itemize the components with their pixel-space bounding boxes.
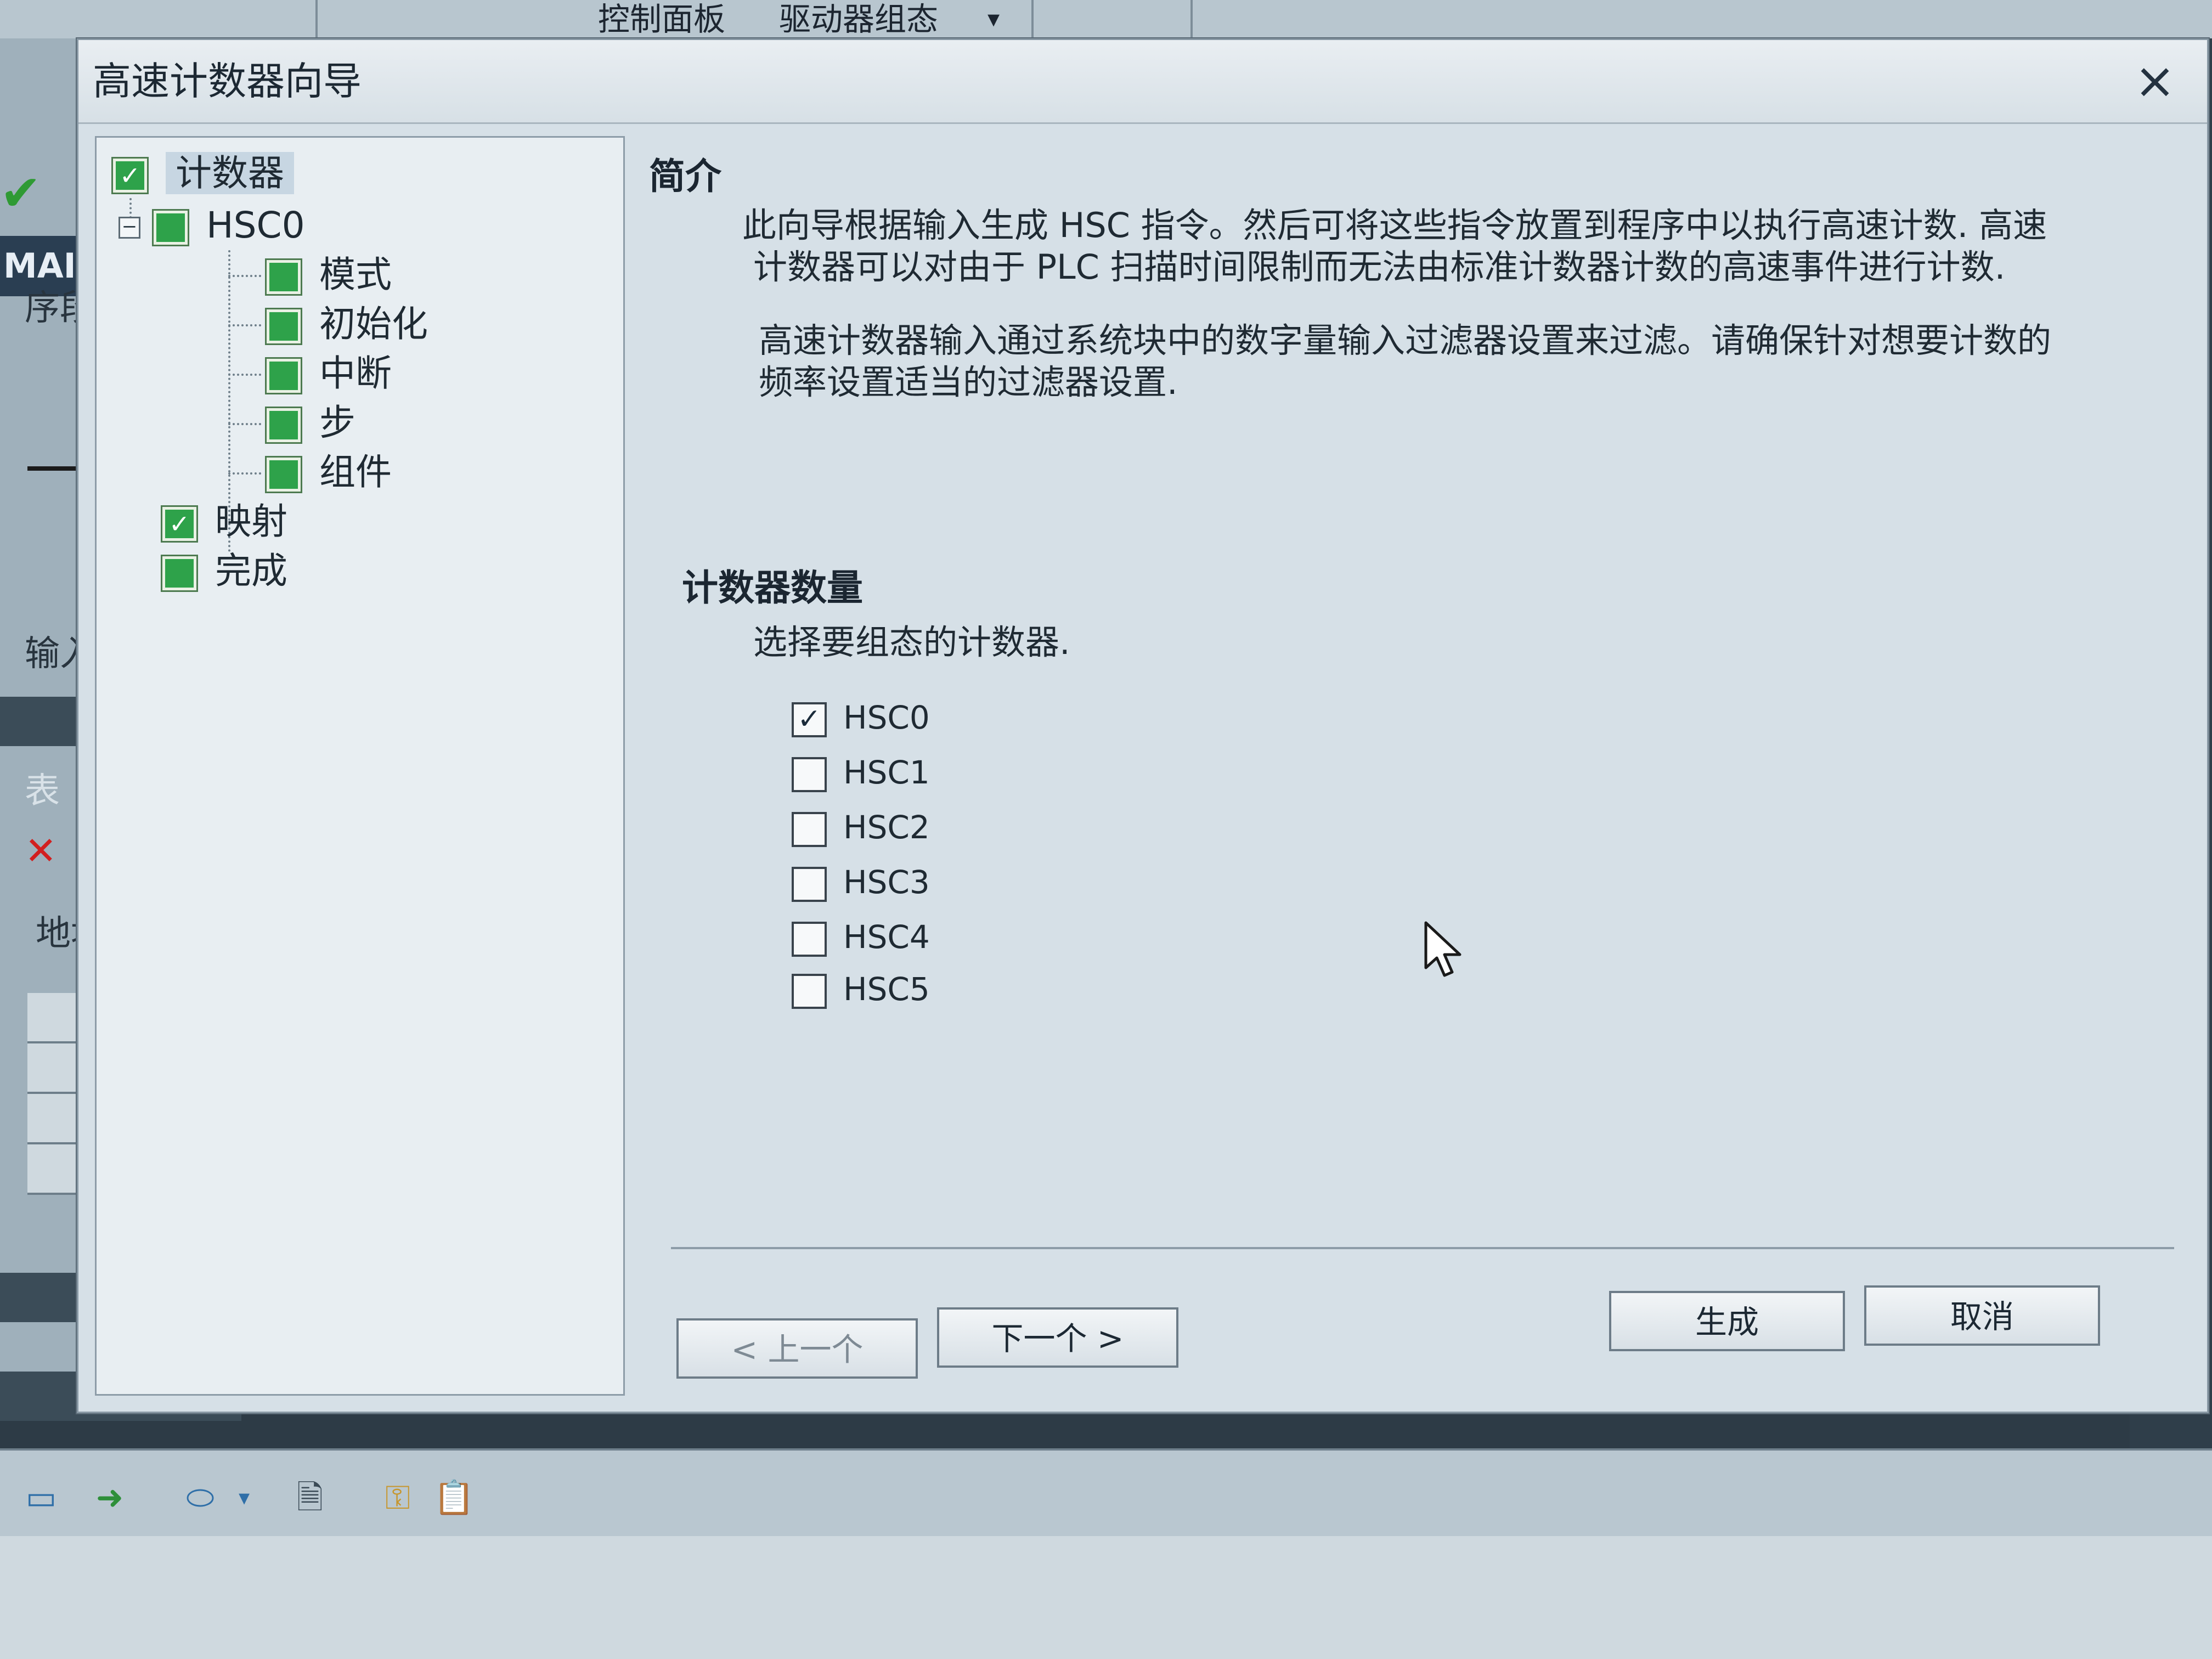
chevron-down-icon[interactable]: ▾ (988, 0, 1000, 38)
tree-connector (228, 324, 261, 326)
green-square-icon (267, 358, 301, 393)
tree-item-hsc0[interactable]: − HSC0 (119, 201, 305, 250)
green-square-icon (162, 556, 196, 590)
counter-count-title: 计数器数量 (682, 567, 863, 609)
wizard-nav-tree: ✓ 计数器 − HSC0 模式 初始化 中断 步 组件 ✓ 映射 完成 (95, 136, 625, 1396)
intro-paragraph-1-line-1: 此向导根据输入生成 HSC 指令。然后可将这些指令放置到程序中以执行高速计数. … (742, 205, 2047, 245)
button-separator (671, 1247, 2174, 1249)
checkbox-label: HSC4 (843, 918, 930, 956)
dialog-title: 高速计数器向导 (93, 59, 362, 104)
tree-connector (228, 374, 261, 376)
menu-separator (1190, 0, 1193, 38)
checkbox-label: HSC3 (843, 864, 930, 901)
tree-item-complete[interactable]: 完成 (162, 546, 287, 596)
checkbox-checked[interactable]: ✓ (792, 702, 827, 737)
bottom-area (0, 1536, 2212, 1659)
document-icon[interactable]: 🗎 (291, 1481, 329, 1514)
checkbox-unchecked[interactable] (792, 973, 827, 1009)
green-square-icon (267, 309, 301, 343)
delete-icon[interactable]: ✕ (25, 828, 57, 873)
table-label: 表 (25, 771, 60, 811)
green-check-icon: ✓ (162, 506, 196, 541)
next-button[interactable]: 下一个 > (937, 1307, 1178, 1368)
tree-connector (228, 275, 261, 277)
checkbox-hsc4[interactable]: HSC4 (792, 915, 930, 959)
checkbox-hsc1[interactable]: HSC1 (792, 751, 930, 794)
tree-connector (228, 472, 261, 475)
green-check-icon: ✓ (113, 158, 147, 193)
prev-button[interactable]: < 上一个 (676, 1318, 918, 1379)
go-arrow-icon[interactable]: ➜ (91, 1481, 129, 1514)
tree-connector (228, 423, 261, 425)
intro-paragraph-2-line-2: 频率设置适当的过滤器设置. (759, 362, 1178, 402)
intro-paragraph-1-line-2: 计数器可以对由于 PLC 扫描时间限制而无法由标准计数器计数的高速事件进行计数. (753, 247, 2006, 287)
checkbox-hsc0[interactable]: ✓ HSC0 (792, 696, 930, 740)
checkbox-unchecked[interactable] (792, 811, 827, 847)
green-square-icon (267, 259, 301, 294)
checkbox-unchecked[interactable] (792, 921, 827, 957)
tree-item-label: 中断 (319, 352, 392, 394)
wizard-content: 简介 此向导根据输入生成 HSC 指令。然后可将这些指令放置到程序中以执行高速计… (627, 136, 2185, 1288)
checkbox-label: HSC0 (843, 699, 930, 736)
green-square-icon (267, 408, 301, 442)
checkbox-label: HSC5 (843, 970, 930, 1008)
screen-icon[interactable]: ▭ (22, 1481, 60, 1514)
hsc-wizard-dialog: 高速计数器向导 × ✓ 计数器 − HSC0 模式 初始化 中断 步 组件 ✓ … (77, 38, 2209, 1413)
tree-item-label: 计数器 (166, 152, 294, 194)
tree-item-component[interactable]: 组件 (267, 448, 392, 497)
checkbox-label: HSC2 (843, 809, 930, 846)
green-square-icon (154, 210, 188, 245)
close-icon[interactable]: × (2125, 51, 2185, 111)
toggle-icon[interactable]: ⬭ (181, 1481, 219, 1514)
checkbox-label: HSC1 (843, 754, 930, 791)
tree-item-label: 完成 (215, 550, 287, 592)
tree-item-step[interactable]: 步 (267, 398, 356, 448)
bottom-toolbar (0, 1448, 2212, 1538)
dialog-titlebar[interactable]: 高速计数器向导 × (78, 40, 2207, 124)
mouse-cursor-icon (1424, 921, 1462, 977)
checkbox-unchecked[interactable] (792, 757, 827, 792)
intro-title: 简介 (649, 155, 721, 198)
tree-item-mode[interactable]: 模式 (267, 250, 392, 300)
checkbox-hsc3[interactable]: HSC3 (792, 860, 930, 904)
checkbox-hsc2[interactable]: HSC2 (792, 805, 930, 849)
counter-instruction: 选择要组态的计数器. (753, 622, 1070, 662)
menu-drive-config[interactable]: 驱动器组态 (779, 0, 938, 38)
tree-item-init[interactable]: 初始化 (267, 300, 428, 349)
checkbox-hsc5[interactable]: HSC5 (792, 967, 930, 1011)
key-icon[interactable]: ⚿ (379, 1481, 417, 1514)
menu-control-panel[interactable]: 控制面板 (598, 0, 725, 38)
chevron-down-icon[interactable]: ▾ (225, 1481, 263, 1514)
menu-separator (1031, 0, 1034, 38)
tree-item-label: 步 (319, 402, 356, 444)
tree-item-label: 模式 (319, 253, 392, 296)
intro-paragraph-2-line-1: 高速计数器输入通过系统块中的数字量输入过滤器设置来过滤。请确保针对想要计数的 (759, 320, 2052, 360)
checkbox-unchecked[interactable] (792, 866, 827, 902)
tree-item-label: 映射 (215, 500, 287, 543)
green-square-icon (267, 457, 301, 492)
generate-button[interactable]: 生成 (1609, 1291, 1845, 1351)
tree-item-interrupt[interactable]: 中断 (267, 349, 392, 398)
collapse-icon[interactable]: − (119, 216, 140, 239)
checkmark-icon[interactable]: ✔ (0, 165, 66, 222)
tree-item-label: 组件 (319, 451, 392, 493)
clipboard-icon[interactable]: 📋 (433, 1481, 475, 1514)
background-menubar: 控制面板 驱动器组态 ▾ (0, 0, 2212, 40)
tree-item-mapping[interactable]: ✓ 映射 (162, 497, 287, 546)
tree-item-label: 初始化 (319, 303, 428, 345)
cancel-button[interactable]: 取消 (1864, 1285, 2100, 1346)
tree-item-counter[interactable]: ✓ 计数器 (113, 149, 294, 198)
menu-separator (315, 0, 318, 38)
tree-item-label: HSC0 (206, 204, 305, 246)
